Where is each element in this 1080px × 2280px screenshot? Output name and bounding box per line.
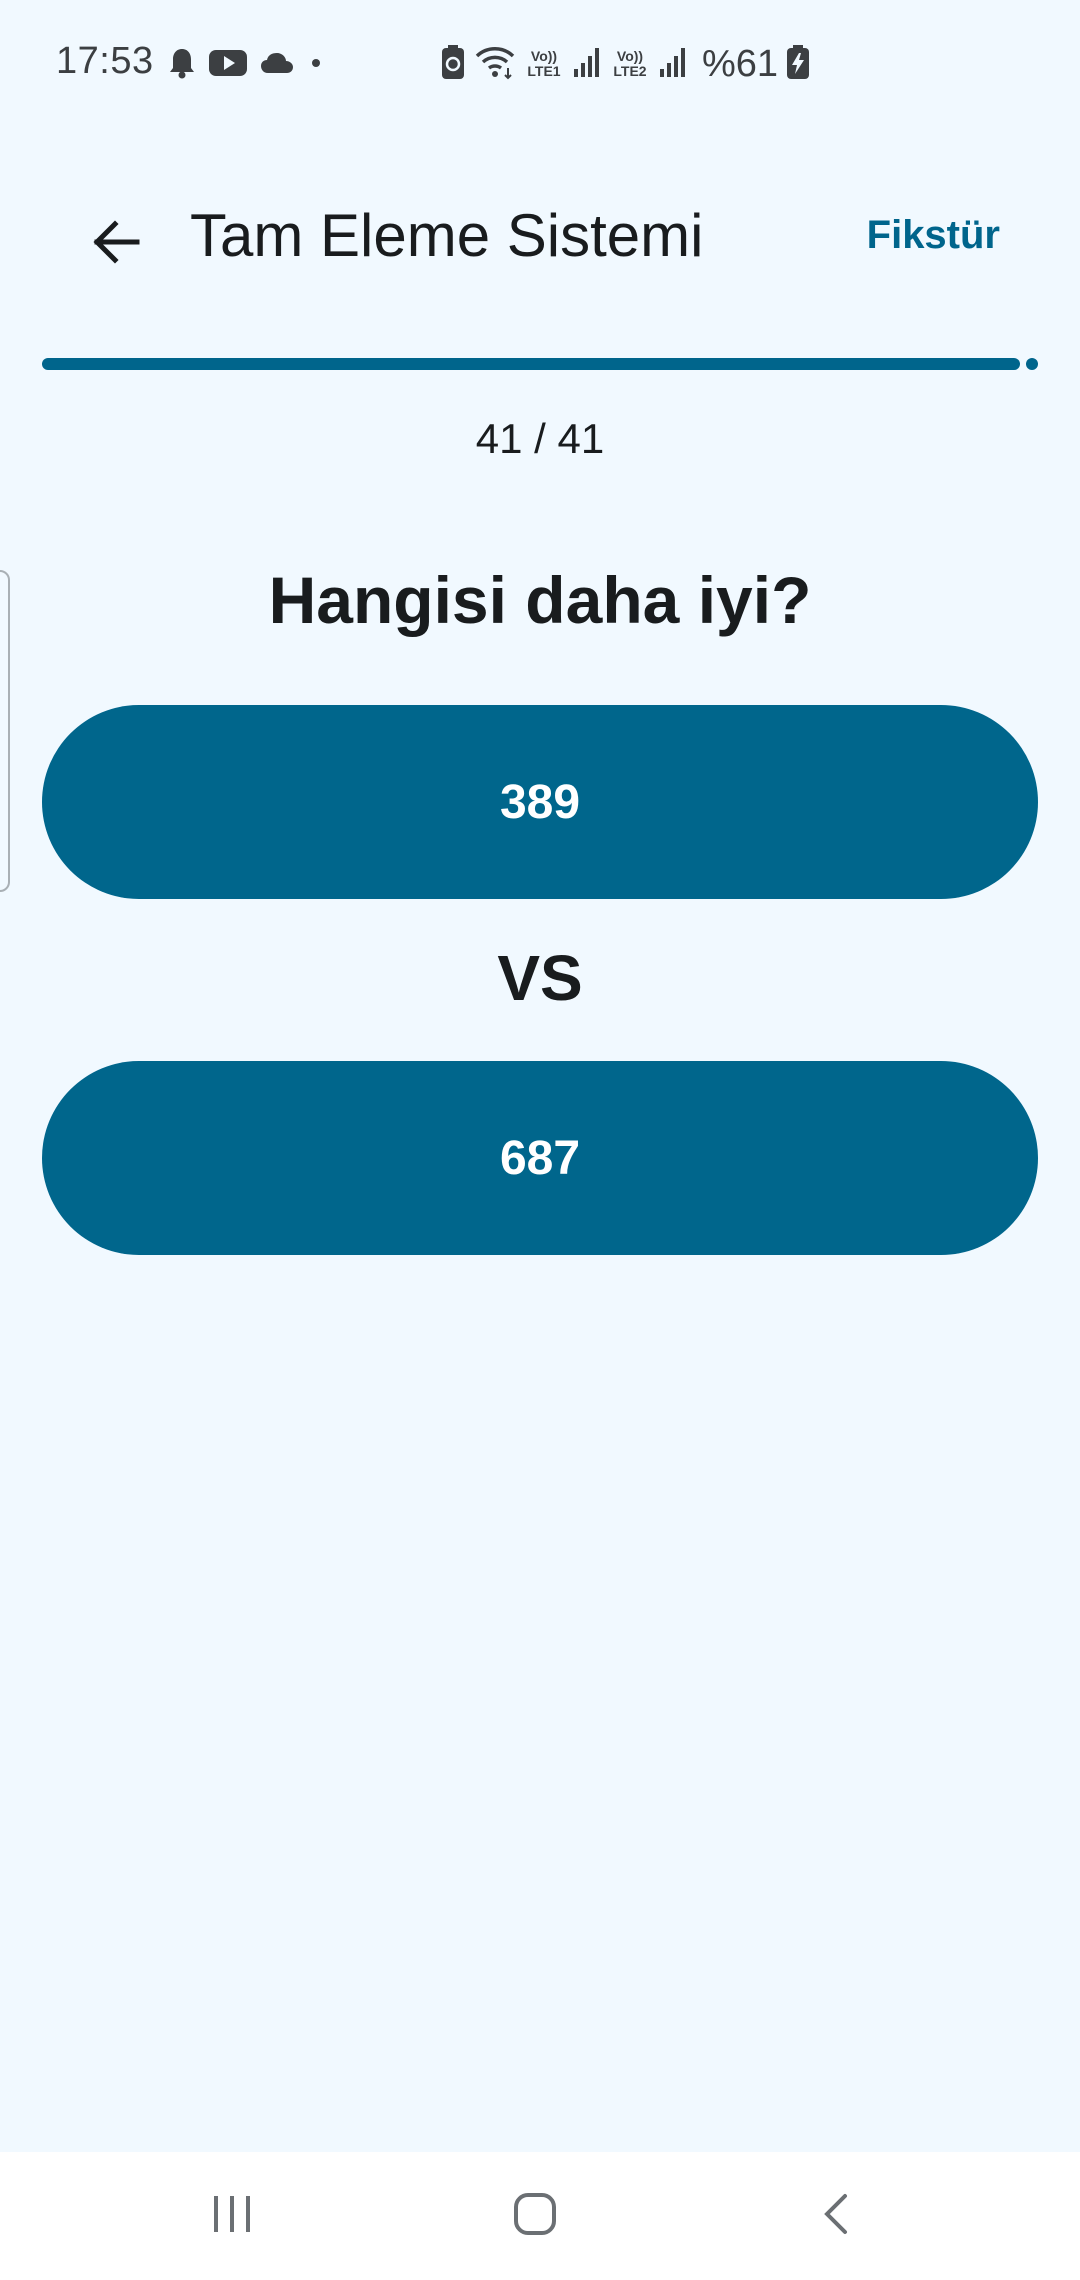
lte1-signal-icon bbox=[572, 45, 602, 84]
progress-bar bbox=[42, 358, 1040, 370]
dot-icon bbox=[306, 53, 326, 78]
option-b-label: 687 bbox=[499, 1131, 581, 1185]
fixture-button[interactable]: Fikstür bbox=[867, 210, 1000, 260]
lte1-bottom-text: LTE1 bbox=[527, 63, 561, 79]
system-navigation-bar bbox=[0, 2152, 1080, 2280]
back-button[interactable] bbox=[72, 200, 160, 288]
lte1-label: Vo)) LTE1 bbox=[524, 49, 564, 79]
top-app-bar: Tam Eleme Sistemi Fikstür bbox=[0, 180, 1080, 290]
status-bar: 17:53 Vo)) LTE1 Vo)) LTE2 %61 bbox=[0, 0, 1080, 130]
vs-label: VS bbox=[497, 942, 583, 1014]
lte1-top-text: Vo)) bbox=[530, 48, 558, 64]
question-text: Hangisi daha iyi? bbox=[268, 563, 812, 637]
option-a-button[interactable]: 389 bbox=[42, 705, 1038, 899]
nav-back-icon bbox=[817, 2190, 857, 2243]
recents-icon bbox=[210, 2192, 254, 2241]
lte2-signal-icon bbox=[658, 45, 688, 84]
progress-fill bbox=[42, 358, 1020, 370]
battery-charging-icon bbox=[786, 44, 810, 85]
wifi-icon bbox=[474, 44, 516, 85]
home-icon bbox=[511, 2190, 559, 2243]
cloud-icon bbox=[260, 51, 294, 80]
battery-percentage: %61 bbox=[702, 42, 779, 85]
recents-button[interactable] bbox=[132, 2152, 332, 2280]
youtube-icon bbox=[208, 48, 248, 83]
battery-saver-icon bbox=[440, 44, 466, 85]
progress-stop-indicator bbox=[1026, 358, 1038, 370]
lte2-top-text: Vo)) bbox=[616, 48, 644, 64]
home-button[interactable] bbox=[435, 2152, 635, 2280]
notification-bell-icon bbox=[168, 47, 196, 84]
option-a-label: 389 bbox=[499, 775, 581, 829]
option-b-button[interactable]: 687 bbox=[42, 1061, 1038, 1255]
system-back-button[interactable] bbox=[737, 2152, 937, 2280]
status-right-icons: Vo)) LTE1 Vo)) LTE2 %61 bbox=[440, 42, 810, 85]
arrow-back-icon bbox=[91, 219, 141, 270]
status-time: 17:53 bbox=[56, 40, 154, 82]
status-left-icons bbox=[168, 48, 326, 82]
progress-label: 41 / 41 bbox=[475, 415, 605, 462]
lte2-label: Vo)) LTE2 bbox=[610, 49, 650, 79]
page-title: Tam Eleme Sistemi bbox=[190, 202, 704, 269]
lte2-bottom-text: LTE2 bbox=[613, 63, 647, 79]
